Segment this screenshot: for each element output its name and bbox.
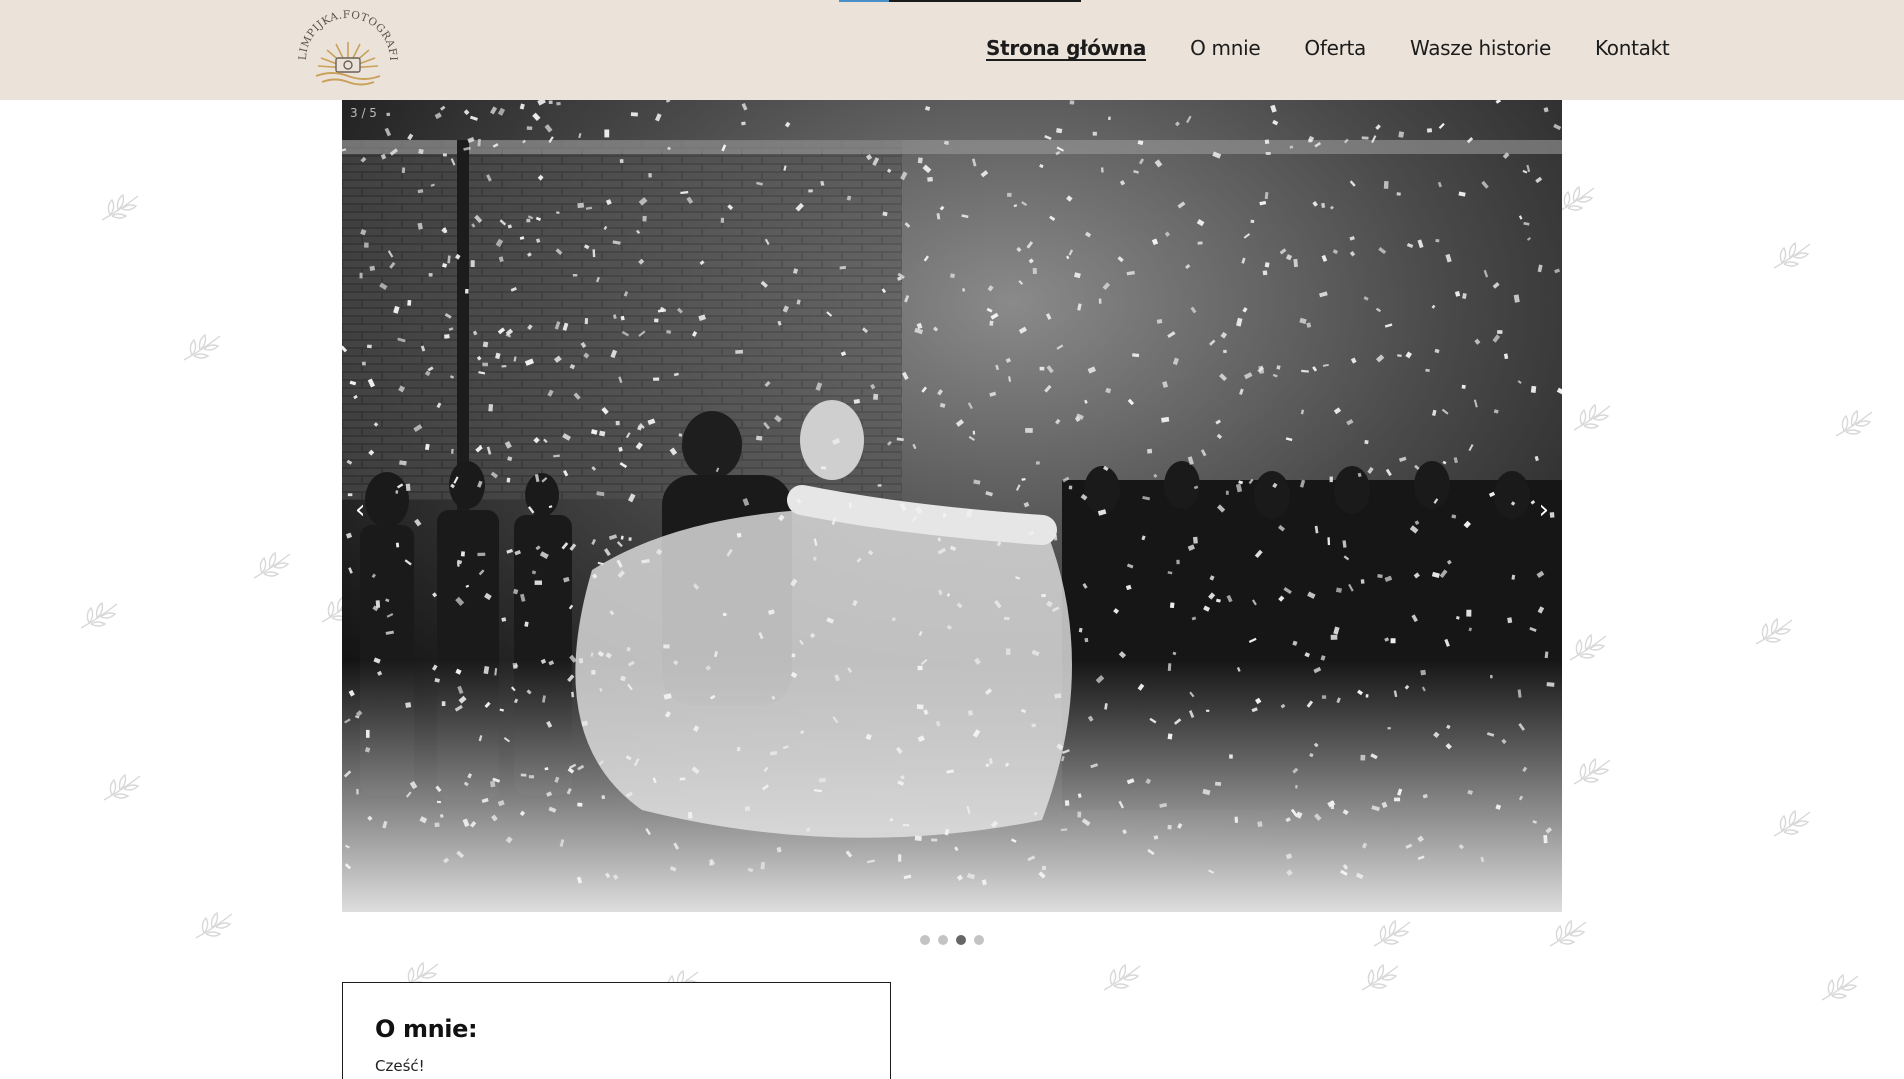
main-navigation: Strona główna O mnie Oferta Wasze histor… [986, 36, 1670, 60]
site-logo[interactable]: OLIMPIJKA.FOTOGRAFIE [287, 0, 404, 90]
nav-item-offer[interactable]: Oferta [1304, 36, 1366, 60]
nav-item-contact[interactable]: Kontakt [1595, 36, 1670, 60]
hero-image-slider: 3 / 5 ‹ › [342, 100, 1562, 912]
nav-item-about[interactable]: O mnie [1190, 36, 1261, 60]
leaf-sprig-icon [1570, 754, 1614, 790]
leaf-sprig-icon [1566, 630, 1610, 666]
wedding-dance-photo [342, 100, 1562, 912]
leaf-sprig-icon [98, 190, 142, 226]
leaf-sprig-icon [100, 770, 144, 806]
svg-text:OLIMPIJKA.FOTOGRAFIE: OLIMPIJKA.FOTOGRAFIE [292, 8, 399, 61]
slider-prev-button[interactable]: ‹ [355, 495, 365, 525]
loading-bar-fill [839, 0, 889, 2]
chevron-right-icon: › [1538, 495, 1549, 525]
leaf-sprig-icon [192, 908, 236, 944]
leaf-sprig-icon [77, 598, 121, 634]
leaf-sprig-icon [1752, 614, 1796, 650]
leaf-sprig-icon [1100, 960, 1144, 996]
slide-counter: 3 / 5 [350, 106, 377, 120]
slider-dot[interactable] [920, 935, 930, 945]
leaf-sprig-icon [1546, 916, 1590, 952]
leaf-sprig-icon [1770, 806, 1814, 842]
about-text: Cześć! [375, 1057, 425, 1075]
leaf-sprig-icon [1570, 400, 1614, 436]
site-header: OLIMPIJKA.FOTOGRAFIE Strona główna O mni… [0, 0, 1904, 100]
leaf-sprig-icon [1832, 406, 1876, 442]
slider-dot-active[interactable] [956, 935, 966, 945]
slider-dot[interactable] [938, 935, 948, 945]
nav-item-home[interactable]: Strona główna [986, 36, 1146, 60]
leaf-sprig-icon [250, 548, 294, 584]
sun-camera-logo-icon: OLIMPIJKA.FOTOGRAFIE [287, 0, 399, 86]
slider-dot[interactable] [974, 935, 984, 945]
page-loading-bar [839, 0, 1081, 2]
chevron-left-icon: ‹ [355, 495, 366, 525]
leaf-sprig-icon [1818, 970, 1862, 1006]
leaf-sprig-icon [1358, 960, 1402, 996]
slider-next-button[interactable]: › [1539, 495, 1549, 525]
leaf-sprig-icon [1370, 916, 1414, 952]
slider-pagination [920, 935, 984, 945]
nav-item-stories[interactable]: Wasze historie [1410, 36, 1551, 60]
leaf-sprig-icon [1770, 238, 1814, 274]
leaf-sprig-icon [180, 330, 224, 366]
about-heading: O mnie: [375, 1015, 478, 1043]
about-me-box: O mnie: Cześć! [342, 982, 891, 1079]
